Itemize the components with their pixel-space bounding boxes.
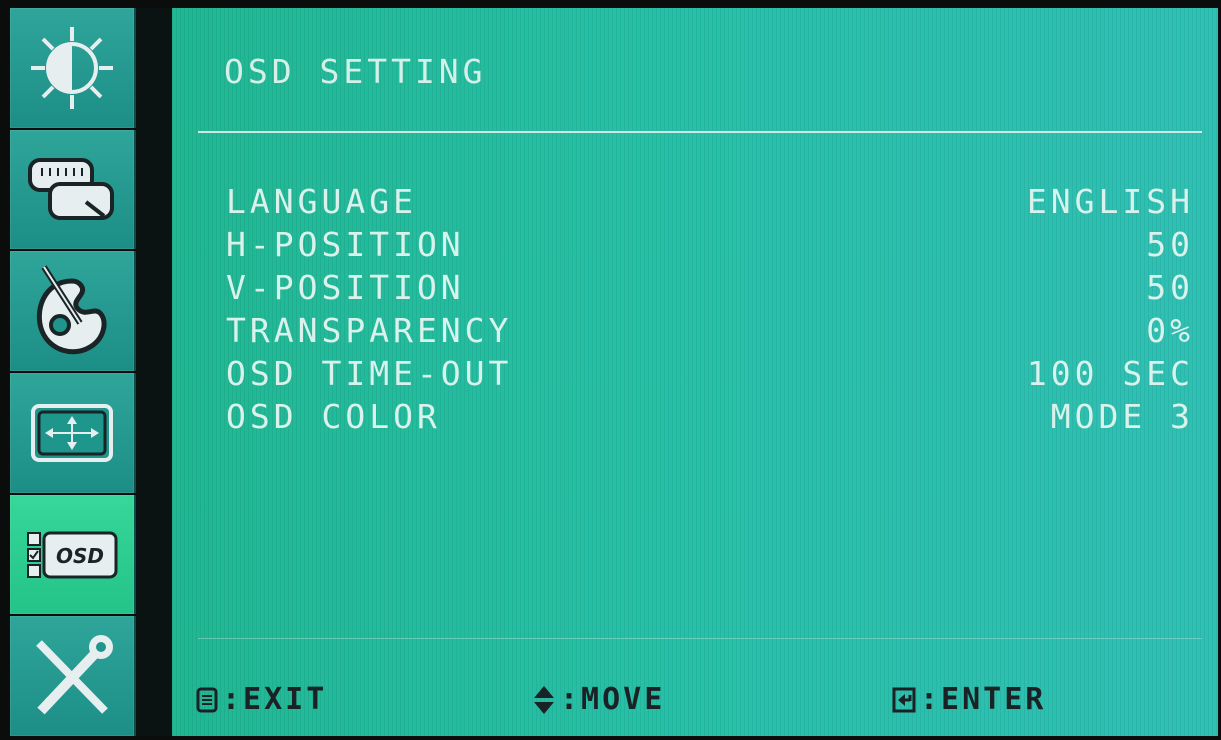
setting-v-position[interactable]: V-POSITION 50 bbox=[226, 266, 1194, 309]
menu-key-icon bbox=[196, 687, 218, 712]
setting-label: LANGUAGE bbox=[226, 182, 417, 221]
setting-label: OSD TIME-OUT bbox=[226, 354, 513, 393]
osd-menu-sidebar: OSD bbox=[10, 8, 136, 737]
menu-tab-input[interactable] bbox=[10, 129, 136, 250]
menu-tab-image-position[interactable] bbox=[10, 373, 136, 493]
setting-transparency[interactable]: TRANSPARENCY 0% bbox=[226, 309, 1194, 352]
setting-osd-color[interactable]: OSD COLOR MODE 3 bbox=[226, 395, 1194, 438]
setting-label: TRANSPARENCY bbox=[226, 311, 513, 350]
osd-icon-label: OSD bbox=[56, 544, 104, 568]
setting-value: 50 bbox=[1146, 225, 1194, 264]
setting-label: V-POSITION bbox=[226, 268, 465, 307]
input-source-icon bbox=[28, 157, 114, 220]
setting-value: 50 bbox=[1146, 268, 1194, 307]
setting-language[interactable]: LANGUAGE ENGLISH bbox=[226, 180, 1194, 223]
setting-value: MODE 3 bbox=[1050, 397, 1194, 436]
menu-tab-osd[interactable]: OSD bbox=[10, 494, 136, 615]
image-position-icon bbox=[31, 403, 113, 462]
setting-osd-timeout[interactable]: OSD TIME-OUT 100 SEC bbox=[226, 352, 1194, 395]
enter-hint: :ENTER bbox=[892, 682, 1046, 717]
move-hint: :MOVE bbox=[532, 682, 665, 717]
enter-key-icon bbox=[892, 687, 916, 712]
up-down-arrow-icon bbox=[534, 685, 554, 714]
title-divider bbox=[198, 131, 1202, 133]
exit-hint: :EXIT bbox=[196, 682, 327, 717]
setting-h-position[interactable]: H-POSITION 50 bbox=[226, 223, 1194, 266]
osd-settings-icon: OSD bbox=[27, 531, 118, 579]
move-hint-label: :MOVE bbox=[560, 682, 666, 717]
bezel-divider bbox=[136, 8, 172, 736]
settings-list: LANGUAGE ENGLISH H-POSITION 50 V-POSITIO… bbox=[226, 180, 1194, 438]
osd-setting-panel: OSD SETTING LANGUAGE ENGLISH H-POSITION … bbox=[172, 8, 1218, 736]
menu-tab-color[interactable] bbox=[10, 251, 136, 372]
key-hint-bar: :EXIT :MOVE :ENTER bbox=[172, 638, 1218, 736]
page-title: OSD SETTING bbox=[224, 52, 487, 91]
exit-hint-label: :EXIT bbox=[222, 682, 328, 717]
menu-tab-tools[interactable] bbox=[10, 616, 136, 737]
monitor-osd-screen: OSD OSD SETTING LANGUAGE ENGLISH H-POSIT… bbox=[0, 0, 1221, 740]
setting-label: OSD COLOR bbox=[226, 397, 441, 436]
enter-hint-label: :ENTER bbox=[920, 682, 1047, 717]
setting-value: 0% bbox=[1146, 311, 1194, 350]
setting-label: H-POSITION bbox=[226, 225, 465, 264]
setting-value: ENGLISH bbox=[1026, 182, 1194, 221]
tools-icon bbox=[36, 635, 113, 715]
menu-tab-brightness[interactable] bbox=[10, 8, 136, 128]
color-palette-icon bbox=[36, 265, 107, 355]
hint-divider bbox=[198, 638, 1202, 639]
setting-value: 100 SEC bbox=[1026, 354, 1194, 393]
brightness-icon bbox=[31, 26, 113, 109]
